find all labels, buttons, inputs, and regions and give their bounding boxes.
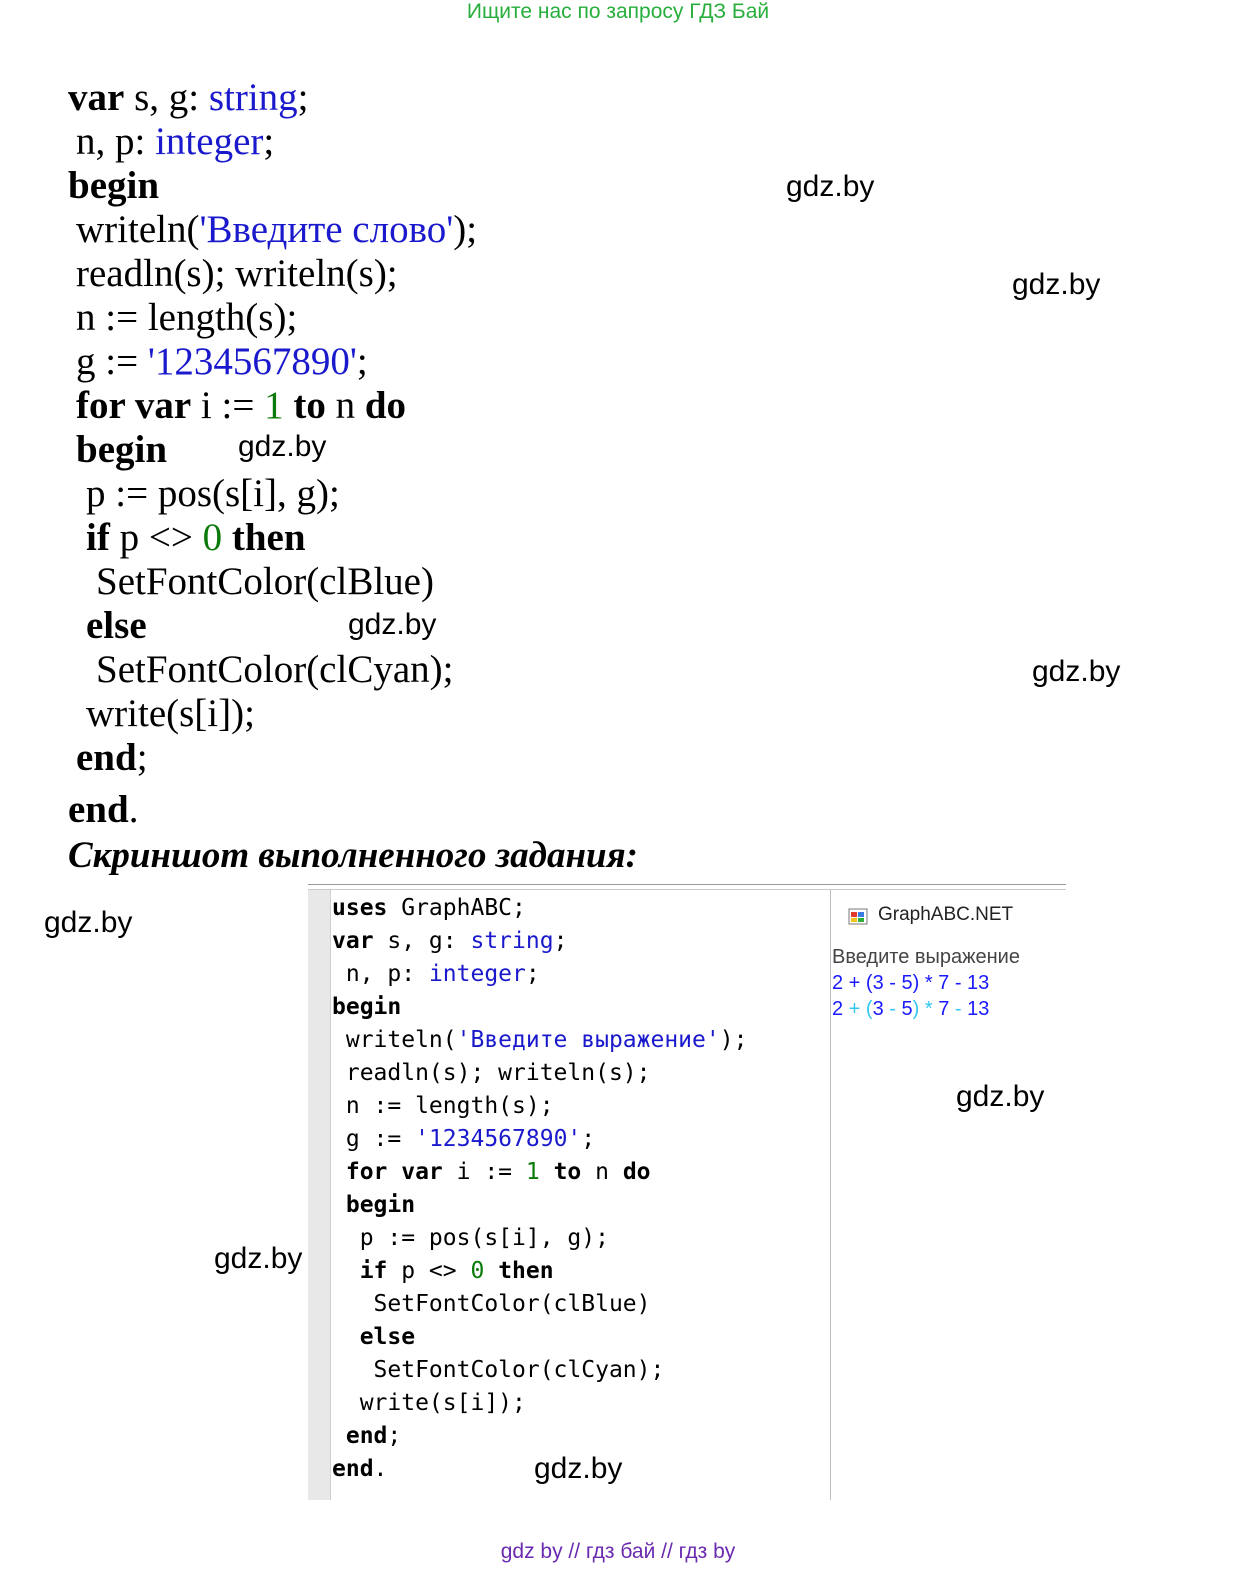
watermark-9: gdz.by [534,1452,623,1485]
editor-divider [830,890,831,1500]
ide-line-17: end; [332,1423,402,1449]
ide-line-5: writeln('Введите выражение'); [332,1027,748,1053]
watermark-8: gdz.by [214,1242,303,1275]
ide-line-6: readln(s); writeln(s); [332,1060,651,1086]
editor-gutter [308,890,331,1500]
ide-screenshot: uses GraphABC; var s, g: string; n, p: i… [308,884,1066,1500]
code-line-10: p := pos(s[i], g); [86,472,340,515]
watermark-2: gdz.by [1012,268,1101,301]
code-line-7: g := '1234567890'; [76,340,368,383]
output-input-echo: 2 + (3 - 5) * 7 - 13 [832,972,990,994]
code-line-4: writeln('Введите слово'); [76,208,478,251]
output-segment: - [883,998,902,1020]
footer-links: gdz by // гдз бай // гдз by [500,1540,736,1563]
output-segment: 13 [967,998,990,1020]
output-segment: - [949,998,968,1020]
code-line-14: SetFontColor(clCyan); [96,648,454,691]
graphabc-app-icon [848,908,868,925]
ide-line-11: p := pos(s[i], g); [332,1225,609,1251]
output-segment: + [843,998,866,1020]
ide-line-16: write(s[i]); [332,1390,526,1416]
output-segment: 2 [832,998,844,1020]
output-segment: 7 [938,998,950,1020]
code-line-6: n := length(s); [76,296,298,339]
watermark-6: gdz.by [44,906,133,939]
output-segment: * [919,998,939,1020]
watermark-3: gdz.by [238,430,327,463]
output-segment: ( [865,998,873,1020]
code-line-17: end. [68,788,139,831]
code-line-8: for var i := 1 to n do [76,384,407,427]
ide-line-15: SetFontColor(clCyan); [332,1357,665,1383]
ide-line-9: for var i := 1 to n do [332,1159,651,1185]
watermark-7: gdz.by [956,1080,1045,1113]
code-line-16: end; [76,736,148,779]
code-line-12: SetFontColor(clBlue) [96,560,434,603]
screenshot-caption: Скриншот выполненного задания: [68,835,638,876]
code-line-2: n, p: integer; [76,120,275,163]
output-prompt: Введите выражение [832,946,1020,968]
ide-line-3: n, p: integer; [332,961,540,987]
ide-line-13: SetFontColor(clBlue) [332,1291,651,1317]
code-line-11: if p <> 0 then [86,516,306,559]
code-line-9: begin [76,428,168,471]
watermark-1: gdz.by [786,170,875,203]
ide-line-18: end. [332,1456,388,1482]
ide-line-1: uses GraphABC; [332,895,526,921]
output-segment: 3 [872,998,884,1020]
watermark-4: gdz.by [348,608,437,641]
code-line-3: begin [68,164,160,207]
code-line-13: else [86,604,147,647]
ide-line-14: else [332,1324,416,1350]
graphabc-output-window: GraphABC.NET Введите выражение 2 + (3 - … [832,890,1066,1030]
ide-line-7: n := length(s); [332,1093,554,1119]
code-line-15: write(s[i]); [86,692,255,735]
code-line-1: var s, g: string; [68,76,309,119]
watermark-5: gdz.by [1032,655,1121,688]
ide-line-8: g := '1234567890'; [332,1126,596,1152]
output-colored-line: 2 + (3 - 5) * 7 - 13 [832,998,989,1021]
ide-line-4: begin [332,994,402,1020]
ide-line-12: if p <> 0 then [332,1258,554,1284]
output-window-title: GraphABC.NET [878,904,1014,925]
ide-line-2: var s, g: string; [332,928,568,954]
ide-line-10: begin [332,1192,416,1218]
top-banner: Ищите нас по запросу ГДЗ Бай [466,0,770,23]
code-line-5: readln(s); writeln(s); [76,252,398,295]
output-segment: 5 [901,998,913,1020]
